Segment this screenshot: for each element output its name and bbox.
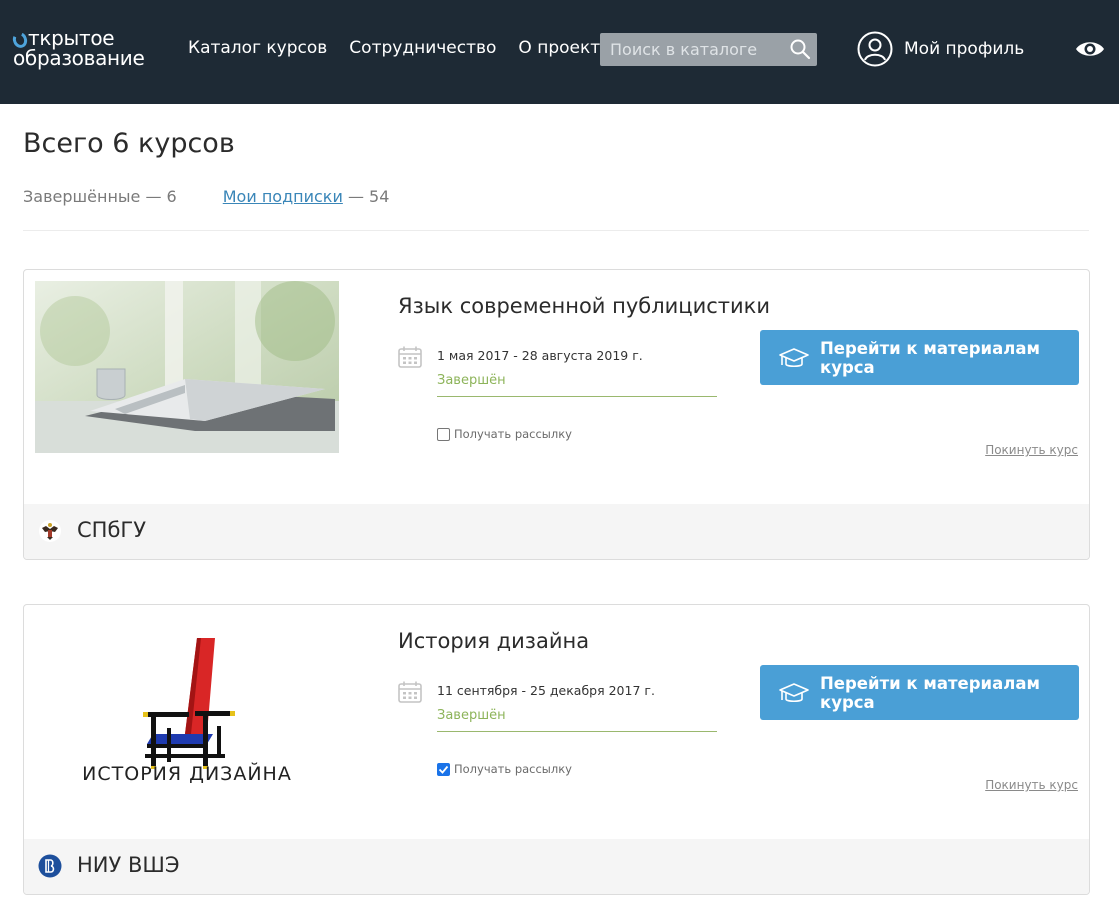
course-card: Язык современной публицистики 1 мая 2017… bbox=[23, 269, 1090, 560]
course-dates: 1 мая 2017 - 28 августа 2019 г. bbox=[437, 348, 643, 363]
course-title[interactable]: Язык современной публицистики bbox=[398, 294, 770, 318]
leave-course-link[interactable]: Покинуть курс bbox=[985, 778, 1078, 792]
leave-course-link[interactable]: Покинуть курс bbox=[985, 443, 1078, 457]
search-input[interactable] bbox=[600, 33, 785, 66]
go-to-course-label: Перейти к материалам курса bbox=[820, 338, 1040, 377]
checkbox-unchecked[interactable] bbox=[437, 427, 450, 441]
divider bbox=[23, 230, 1089, 231]
course-filters: Завершённые — 6 Мои подписки — 54 bbox=[23, 187, 389, 206]
catalog-search bbox=[600, 33, 817, 66]
filter-completed[interactable]: Завершённые — 6 bbox=[23, 187, 177, 206]
checkbox-checked[interactable] bbox=[437, 762, 450, 776]
logo-text-line2: образование bbox=[13, 46, 145, 70]
graduation-cap-icon bbox=[779, 683, 809, 703]
filter-subscriptions: Мои подписки — 54 bbox=[223, 187, 390, 206]
course-image-magazines[interactable] bbox=[35, 281, 339, 453]
course-image-caption: ИСТОРИЯ ДИЗАЙНА bbox=[82, 763, 292, 785]
site-logo[interactable]: ткрытое образование bbox=[10, 26, 145, 70]
status-underline bbox=[437, 731, 717, 732]
nav-cooperation[interactable]: Сотрудничество bbox=[349, 38, 496, 58]
filter-subscriptions-link[interactable]: Мои подписки bbox=[223, 187, 343, 206]
graduation-cap-icon bbox=[779, 348, 809, 368]
subscribe-label: Получать рассылку bbox=[454, 762, 572, 776]
calendar-icon bbox=[398, 346, 422, 368]
filter-completed-label: Завершённые bbox=[23, 187, 141, 206]
course-status: Завершён bbox=[437, 373, 506, 388]
subscribe-label: Получать рассылку bbox=[454, 427, 572, 441]
go-to-course-button[interactable]: Перейти к материалам курса bbox=[760, 330, 1079, 385]
checkmark-icon bbox=[438, 765, 449, 774]
university-name[interactable]: НИУ ВШЭ bbox=[77, 853, 180, 877]
profile-label: Мой профиль bbox=[904, 39, 1025, 59]
top-header: ткрытое образование Каталог курсов Сотру… bbox=[0, 0, 1119, 104]
spbu-emblem-icon[interactable] bbox=[38, 519, 62, 543]
go-to-course-label: Перейти к материалам курса bbox=[820, 673, 1040, 712]
subscribe-checkbox[interactable]: Получать рассылку bbox=[437, 762, 572, 776]
university-footer: СПбГУ bbox=[24, 504, 1089, 559]
profile-link[interactable]: Мой профиль bbox=[857, 31, 1024, 67]
university-footer: НИУ ВШЭ bbox=[24, 839, 1089, 894]
course-title[interactable]: История дизайна bbox=[398, 629, 589, 653]
visually-impaired-eye-icon[interactable] bbox=[1074, 38, 1106, 60]
hse-logo-icon[interactable] bbox=[38, 854, 62, 878]
search-icon[interactable] bbox=[789, 38, 811, 60]
nav-about[interactable]: О проекте bbox=[518, 38, 610, 58]
nav-catalog[interactable]: Каталог курсов bbox=[188, 38, 327, 58]
status-underline bbox=[437, 396, 717, 397]
main-nav: Каталог курсов Сотрудничество О проекте bbox=[188, 38, 633, 58]
go-to-course-button[interactable]: Перейти к материалам курса bbox=[760, 665, 1079, 720]
course-card: ИСТОРИЯ ДИЗАЙНА История дизайна 11 сентя… bbox=[23, 604, 1090, 895]
filter-completed-count: — 6 bbox=[145, 187, 177, 206]
course-dates: 11 сентября - 25 декабря 2017 г. bbox=[437, 683, 655, 698]
course-status: Завершён bbox=[437, 708, 506, 723]
logo-text-line1: ткрытое bbox=[28, 26, 115, 50]
subscribe-checkbox[interactable]: Получать рассылку bbox=[437, 427, 572, 441]
filter-subscriptions-count: — 54 bbox=[347, 187, 390, 206]
user-avatar-icon bbox=[857, 31, 893, 67]
calendar-icon bbox=[398, 681, 422, 703]
university-name[interactable]: СПбГУ bbox=[77, 518, 146, 542]
page-title: Всего 6 курсов bbox=[23, 128, 235, 159]
